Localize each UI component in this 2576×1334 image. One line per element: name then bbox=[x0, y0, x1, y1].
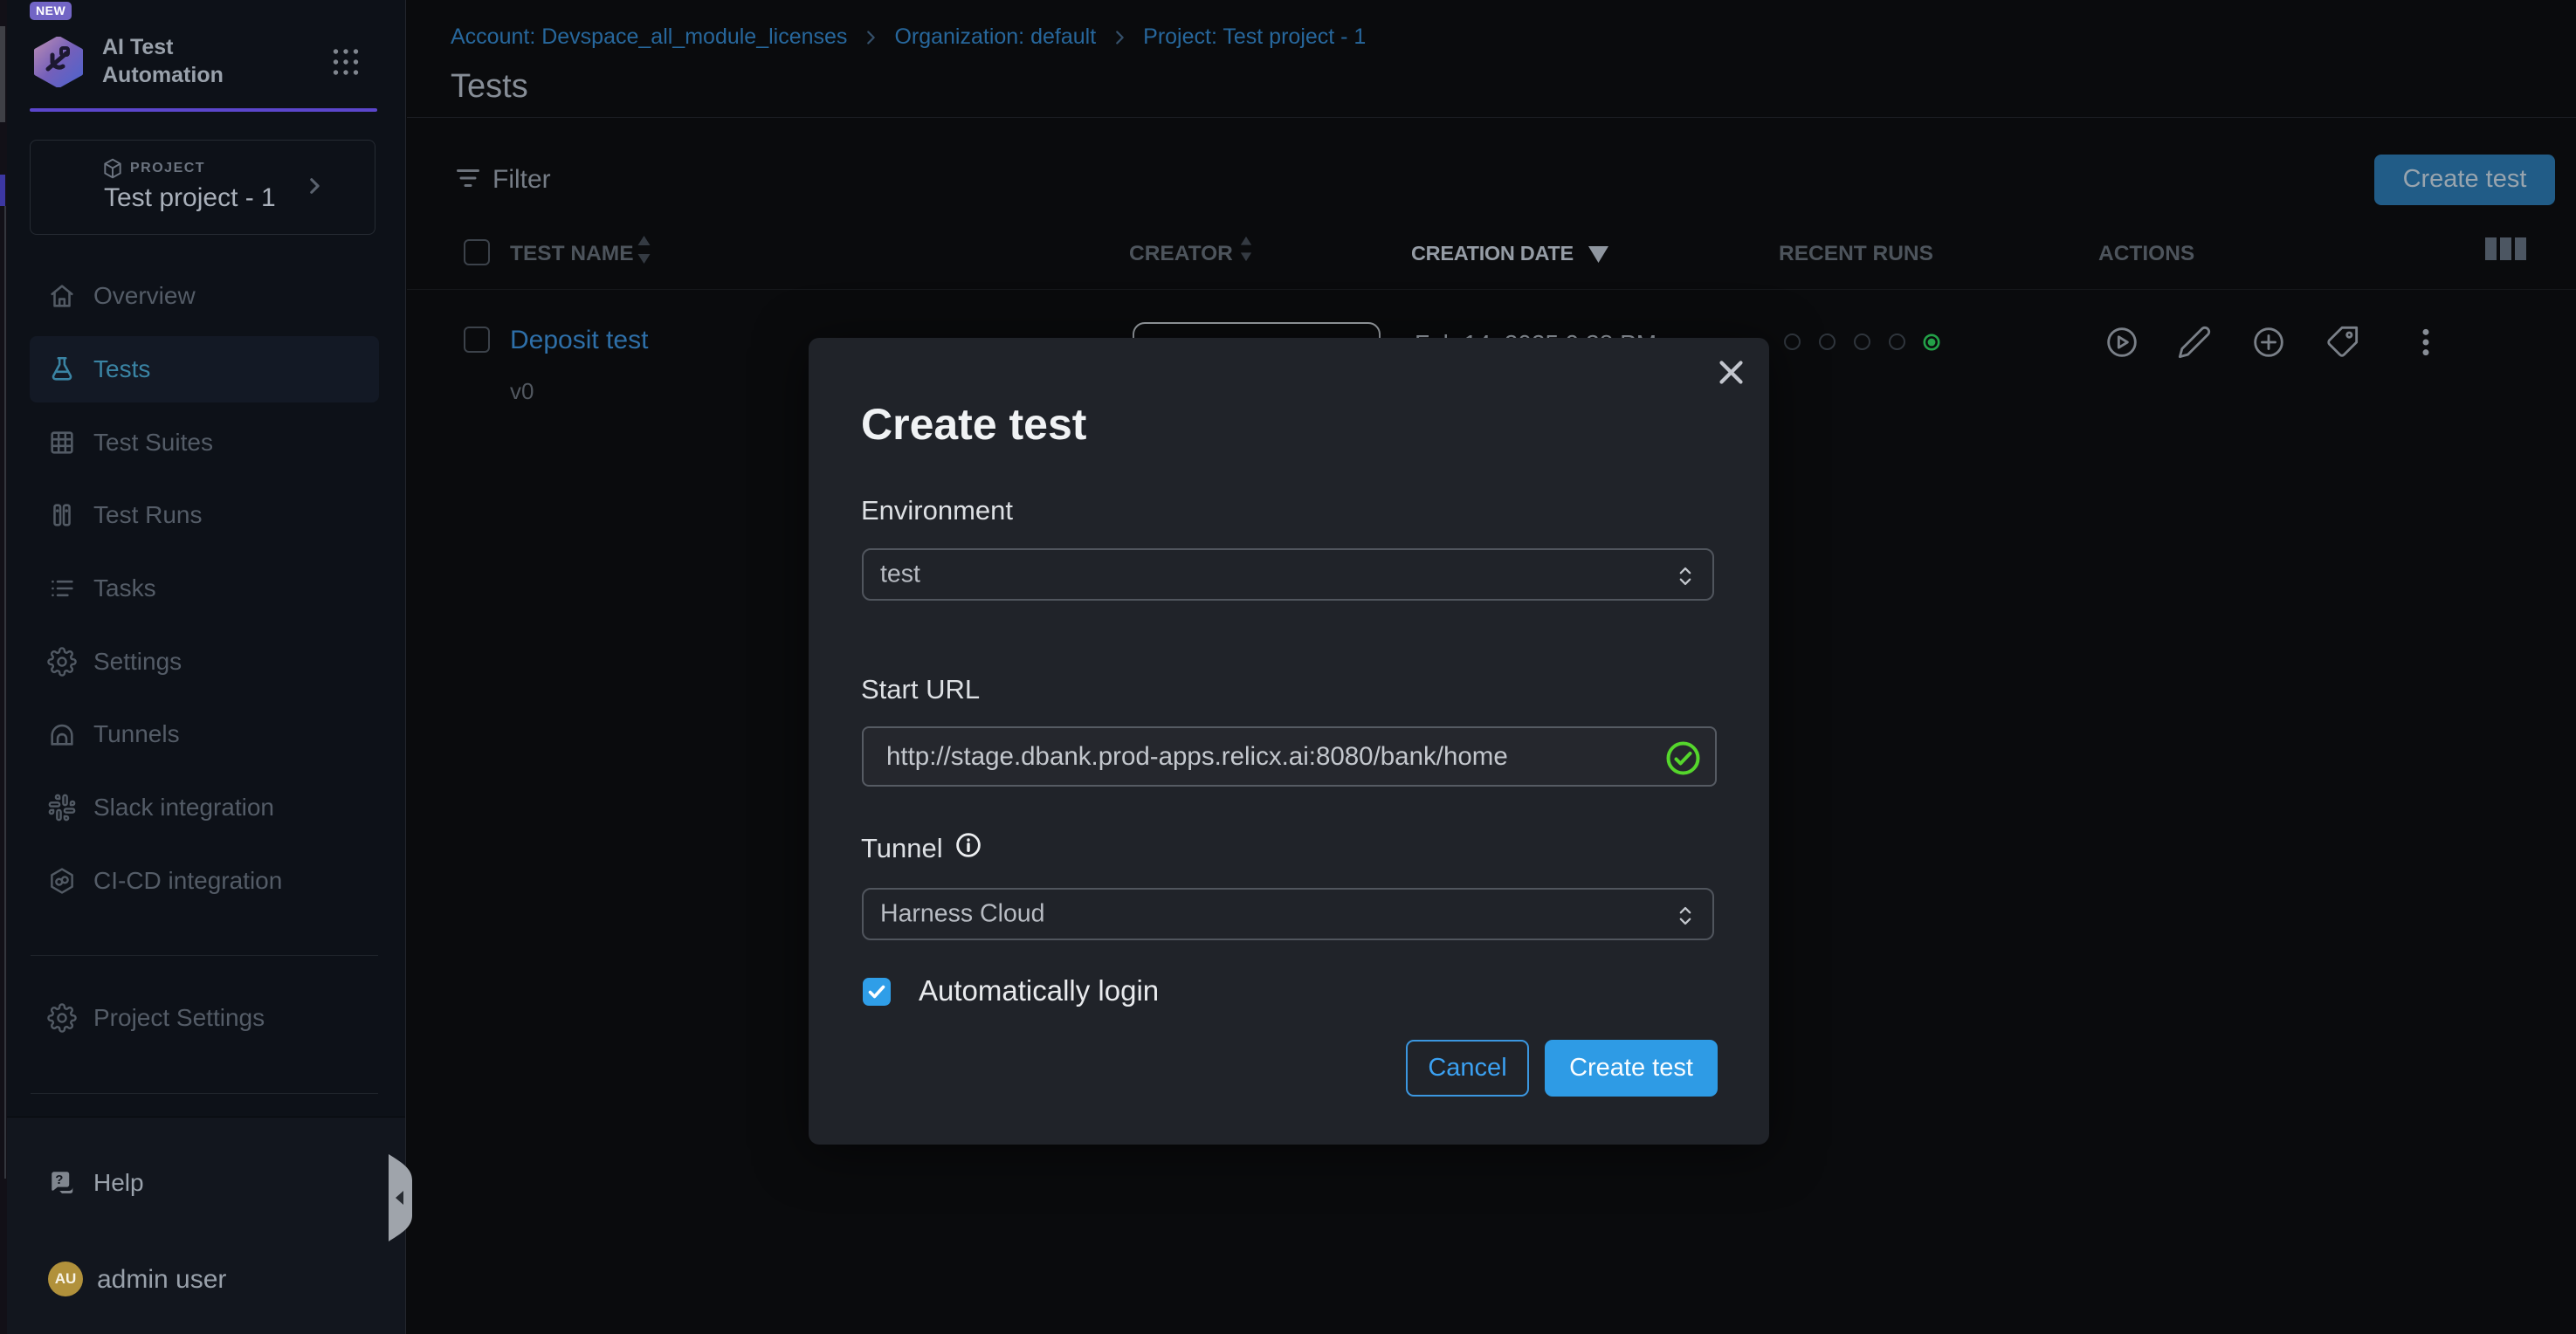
svg-text:?: ? bbox=[55, 1172, 63, 1187]
